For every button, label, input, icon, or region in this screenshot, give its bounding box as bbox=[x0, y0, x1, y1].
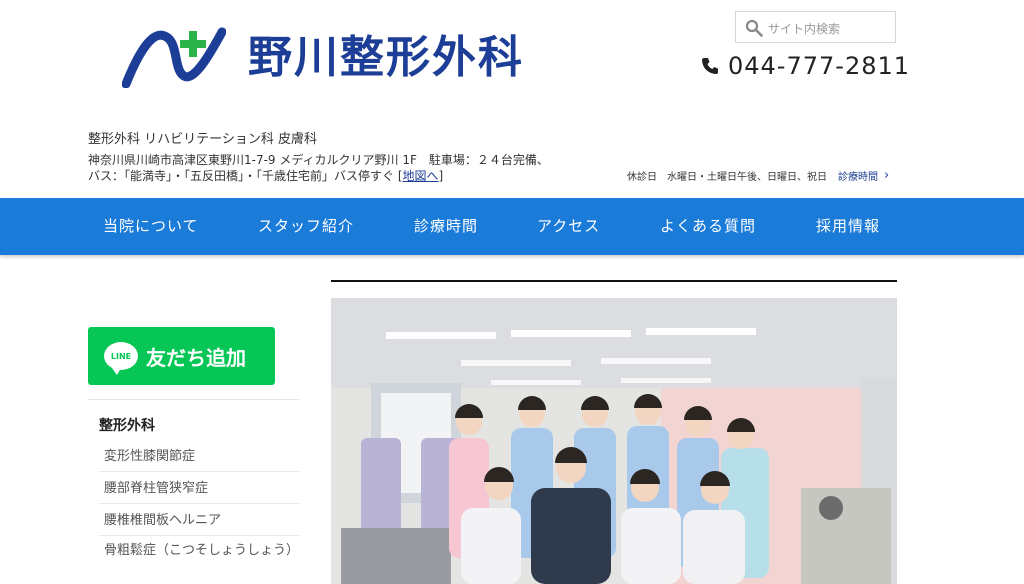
hours-link-label: 診療時間 bbox=[838, 172, 878, 183]
phone-text: 044-777-2811 bbox=[728, 52, 911, 80]
sidebar-item-disc-herniation[interactable]: 腰椎椎間板ヘルニア bbox=[99, 505, 299, 536]
address-line2: バス：「能満寺」・「五反田橋」・「千歳住宅前」バス停すぐ [地図へ] bbox=[88, 169, 444, 183]
clinic-logo-icon[interactable] bbox=[122, 24, 226, 88]
nav-item-staff[interactable]: スタッフ紹介 bbox=[258, 198, 354, 255]
staff-photo bbox=[331, 298, 897, 584]
phone-number[interactable]: 044-777-2811 bbox=[700, 52, 910, 80]
departments-text: 整形外科 リハビリテーション科 皮膚科 bbox=[88, 132, 318, 147]
main-nav: 当院について スタッフ紹介 診療時間 アクセス よくある質問 採用情報 bbox=[0, 198, 1024, 255]
nav-item-hours[interactable]: 診療時間 bbox=[414, 198, 478, 255]
sidebar-item-spinal-stenosis[interactable]: 腰部脊柱管狭窄症 bbox=[99, 473, 299, 504]
phone-icon bbox=[702, 58, 718, 74]
sidebar-item-osteoporosis[interactable]: 骨粗鬆症（こつそしょうしょう） bbox=[99, 541, 299, 561]
nav-item-about[interactable]: 当院について bbox=[103, 198, 199, 255]
sidebar-heading: 整形外科 bbox=[99, 418, 155, 434]
chevron-right-icon: › bbox=[884, 168, 890, 183]
content-divider bbox=[331, 280, 897, 282]
nav-item-recruit[interactable]: 採用情報 bbox=[816, 198, 880, 255]
search-input[interactable]: サイト内検索 bbox=[735, 11, 896, 43]
clinic-name[interactable]: 野川整形外科 bbox=[248, 30, 524, 86]
line-logo-text: LINE bbox=[110, 351, 132, 361]
address-line1: 神奈川県川崎市高津区東野川1-7-9 メディカルクリア野川 1F 駐車場：２４台… bbox=[88, 153, 549, 167]
line-add-friend-button[interactable]: LINE 友だち追加 bbox=[88, 327, 275, 385]
map-link[interactable]: 地図へ bbox=[403, 169, 439, 183]
holiday-text: 休診日 水曜日・土曜日午後、日曜日、祝日 bbox=[627, 172, 827, 183]
search-icon bbox=[745, 19, 763, 37]
line-logo-icon: LINE bbox=[104, 342, 138, 375]
search-placeholder: サイト内検索 bbox=[768, 22, 841, 36]
line-button-label: 友だち追加 bbox=[146, 345, 246, 370]
nav-item-access[interactable]: アクセス bbox=[537, 198, 600, 255]
sidebar-item-knee-oa[interactable]: 変形性膝関節症 bbox=[99, 441, 299, 472]
hours-link[interactable]: 診療時間 › bbox=[838, 168, 889, 183]
sidebar-divider bbox=[88, 399, 299, 400]
bus-info: バス：「能満寺」・「五反田橋」・「千歳住宅前」バス停すぐ bbox=[88, 169, 395, 183]
nav-item-faq[interactable]: よくある質問 bbox=[660, 198, 756, 255]
